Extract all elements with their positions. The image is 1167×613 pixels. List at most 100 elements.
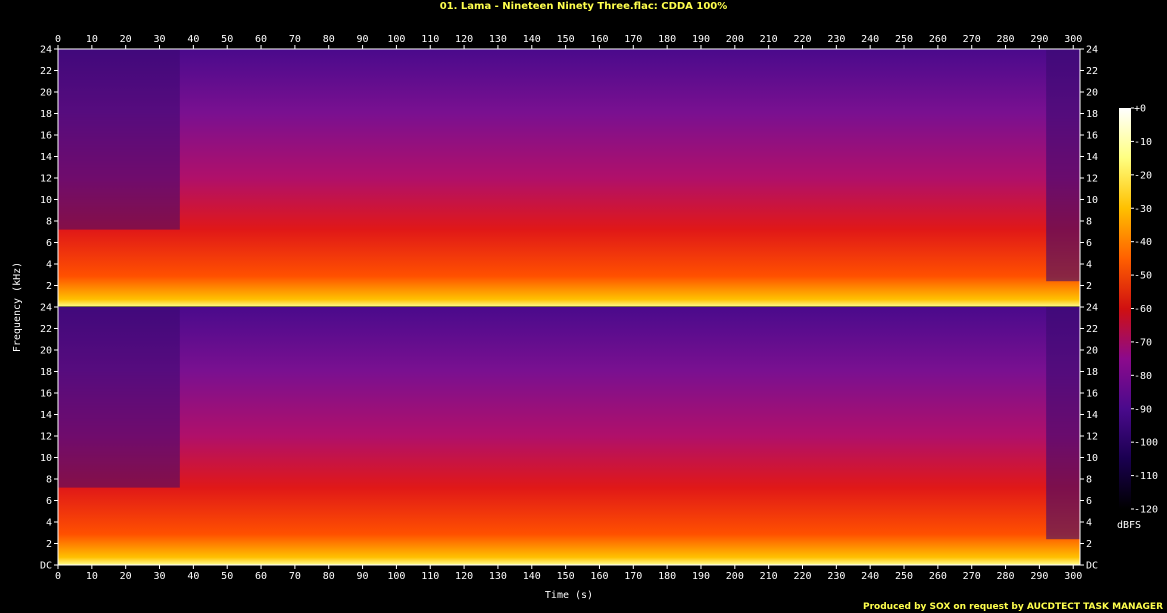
x-tick-label: 110 <box>421 571 439 582</box>
y-tick-label: 6 <box>1086 496 1092 507</box>
x-tick-label: 280 <box>997 571 1015 582</box>
x-tick-label: 230 <box>827 34 845 45</box>
y-tick-label: 8 <box>1086 475 1092 486</box>
x-tick-label: 170 <box>624 571 642 582</box>
y-tick-label: 16 <box>40 131 52 142</box>
y-tick-label: 4 <box>1086 518 1092 529</box>
x-tick-label: 190 <box>692 571 710 582</box>
x-tick-label: 30 <box>153 34 165 45</box>
x-tick-label: 140 <box>523 34 541 45</box>
colorbar-tick-label: -20 <box>1134 170 1152 181</box>
x-tick-label: 240 <box>861 34 879 45</box>
y-tick-label: 6 <box>46 238 52 249</box>
x-tick-label: 80 <box>323 571 335 582</box>
y-tick-label: 10 <box>1086 195 1098 206</box>
x-tick-label: 130 <box>489 571 507 582</box>
x-tick-label: 240 <box>861 571 879 582</box>
x-tick-label: 40 <box>187 34 199 45</box>
y-tick-label: 8 <box>1086 217 1092 228</box>
x-tick-label: 280 <box>997 34 1015 45</box>
footer-credit: Produced by SOX on request by AUCDTECT T… <box>863 602 1163 612</box>
x-tick-label: 130 <box>489 34 507 45</box>
x-tick-label: 180 <box>658 571 676 582</box>
x-tick-label: 300 <box>1064 571 1082 582</box>
x-tick-label: 290 <box>1030 34 1048 45</box>
y-tick-label: 16 <box>1086 131 1098 142</box>
colorbar-tick-label: -100 <box>1134 438 1158 449</box>
x-tick-label: 160 <box>590 34 608 45</box>
colorbar-tick-label: -90 <box>1134 404 1152 415</box>
x-tick-label: 30 <box>153 571 165 582</box>
y-tick-label: 18 <box>40 109 52 120</box>
x-tick-label: 110 <box>421 34 439 45</box>
y-tick-label: 20 <box>40 88 52 99</box>
colorbar-tick-label: -70 <box>1134 337 1152 348</box>
y-tick-label: 6 <box>1086 238 1092 249</box>
y-tick-label: 14 <box>40 152 52 163</box>
x-tick-label: 60 <box>255 34 267 45</box>
colorbar <box>1119 108 1131 509</box>
y-tick-label: 2 <box>46 539 52 550</box>
y-tick-label: 20 <box>1086 346 1098 357</box>
x-tick-label: 300 <box>1064 34 1082 45</box>
x-tick-label: 230 <box>827 571 845 582</box>
x-tick-label: 220 <box>793 34 811 45</box>
y-tick-label: 10 <box>40 453 52 464</box>
spectrogram-channel-2 <box>58 307 1080 565</box>
x-tick-label: 160 <box>590 571 608 582</box>
x-tick-label: 140 <box>523 571 541 582</box>
y-tick-label: 18 <box>1086 367 1098 378</box>
x-tick-label: 100 <box>387 34 405 45</box>
y-tick-label: 14 <box>1086 410 1098 421</box>
y-axis-label: Frequency (kHz) <box>12 262 23 352</box>
x-tick-label: 260 <box>929 34 947 45</box>
x-tick-label: 0 <box>55 571 61 582</box>
y-tick-label: 8 <box>46 217 52 228</box>
x-tick-label: 50 <box>221 571 233 582</box>
x-tick-label: 220 <box>793 571 811 582</box>
x-tick-label: 260 <box>929 571 947 582</box>
y-tick-label: 18 <box>40 367 52 378</box>
y-tick-label: 22 <box>1086 66 1098 77</box>
spectrogram-outro-shade <box>1046 307 1080 540</box>
x-tick-label: 80 <box>323 34 335 45</box>
x-tick-label: 10 <box>86 571 98 582</box>
y-tick-label: 20 <box>40 346 52 357</box>
x-tick-label: 50 <box>221 34 233 45</box>
y-tick-label: 22 <box>40 324 52 335</box>
spectrogram-chart: 2 24 46 68 810 1012 1214 1416 1618 1820 2022 2224 24… <box>12 34 1158 601</box>
x-tick-label: 0 <box>55 34 61 45</box>
y-tick-label: 4 <box>46 518 52 529</box>
colorbar-tick-label: -110 <box>1134 471 1158 482</box>
x-tick-label: 70 <box>289 34 301 45</box>
y-tick-label: 12 <box>40 432 52 443</box>
y-tick-label: 18 <box>1086 109 1098 120</box>
x-tick-label: 180 <box>658 34 676 45</box>
spectrogram-outro-shade <box>1046 49 1080 282</box>
y-tick-label: 24 <box>40 45 52 56</box>
colorbar-tick-label: -30 <box>1134 204 1152 215</box>
x-tick-label: 70 <box>289 571 301 582</box>
colorbar-tick-label: -80 <box>1134 371 1152 382</box>
colorbar-tick-label: -10 <box>1134 137 1152 148</box>
x-tick-label: 40 <box>187 571 199 582</box>
y-tick-label: 12 <box>1086 174 1098 185</box>
y-tick-label: 22 <box>1086 324 1098 335</box>
colorbar-tick-label: +0 <box>1134 104 1146 115</box>
spectrogram-intro-shade <box>58 307 180 488</box>
x-tick-label: 100 <box>387 571 405 582</box>
x-tick-label: 90 <box>357 571 369 582</box>
x-tick-label: 250 <box>895 34 913 45</box>
y-tick-label: 10 <box>40 195 52 206</box>
spectrogram-channel-1 <box>58 49 1080 307</box>
colorbar-label: dBFS <box>1117 520 1141 531</box>
x-tick-label: 20 <box>120 34 132 45</box>
colorbar-tick-label: -50 <box>1134 271 1152 282</box>
y-tick-label: 2 <box>1086 539 1092 550</box>
y-tick-label: DC <box>40 561 52 572</box>
x-tick-label: 10 <box>86 34 98 45</box>
x-tick-label: 250 <box>895 571 913 582</box>
x-tick-label: 210 <box>760 571 778 582</box>
x-tick-label: 90 <box>357 34 369 45</box>
x-tick-label: 270 <box>963 34 981 45</box>
